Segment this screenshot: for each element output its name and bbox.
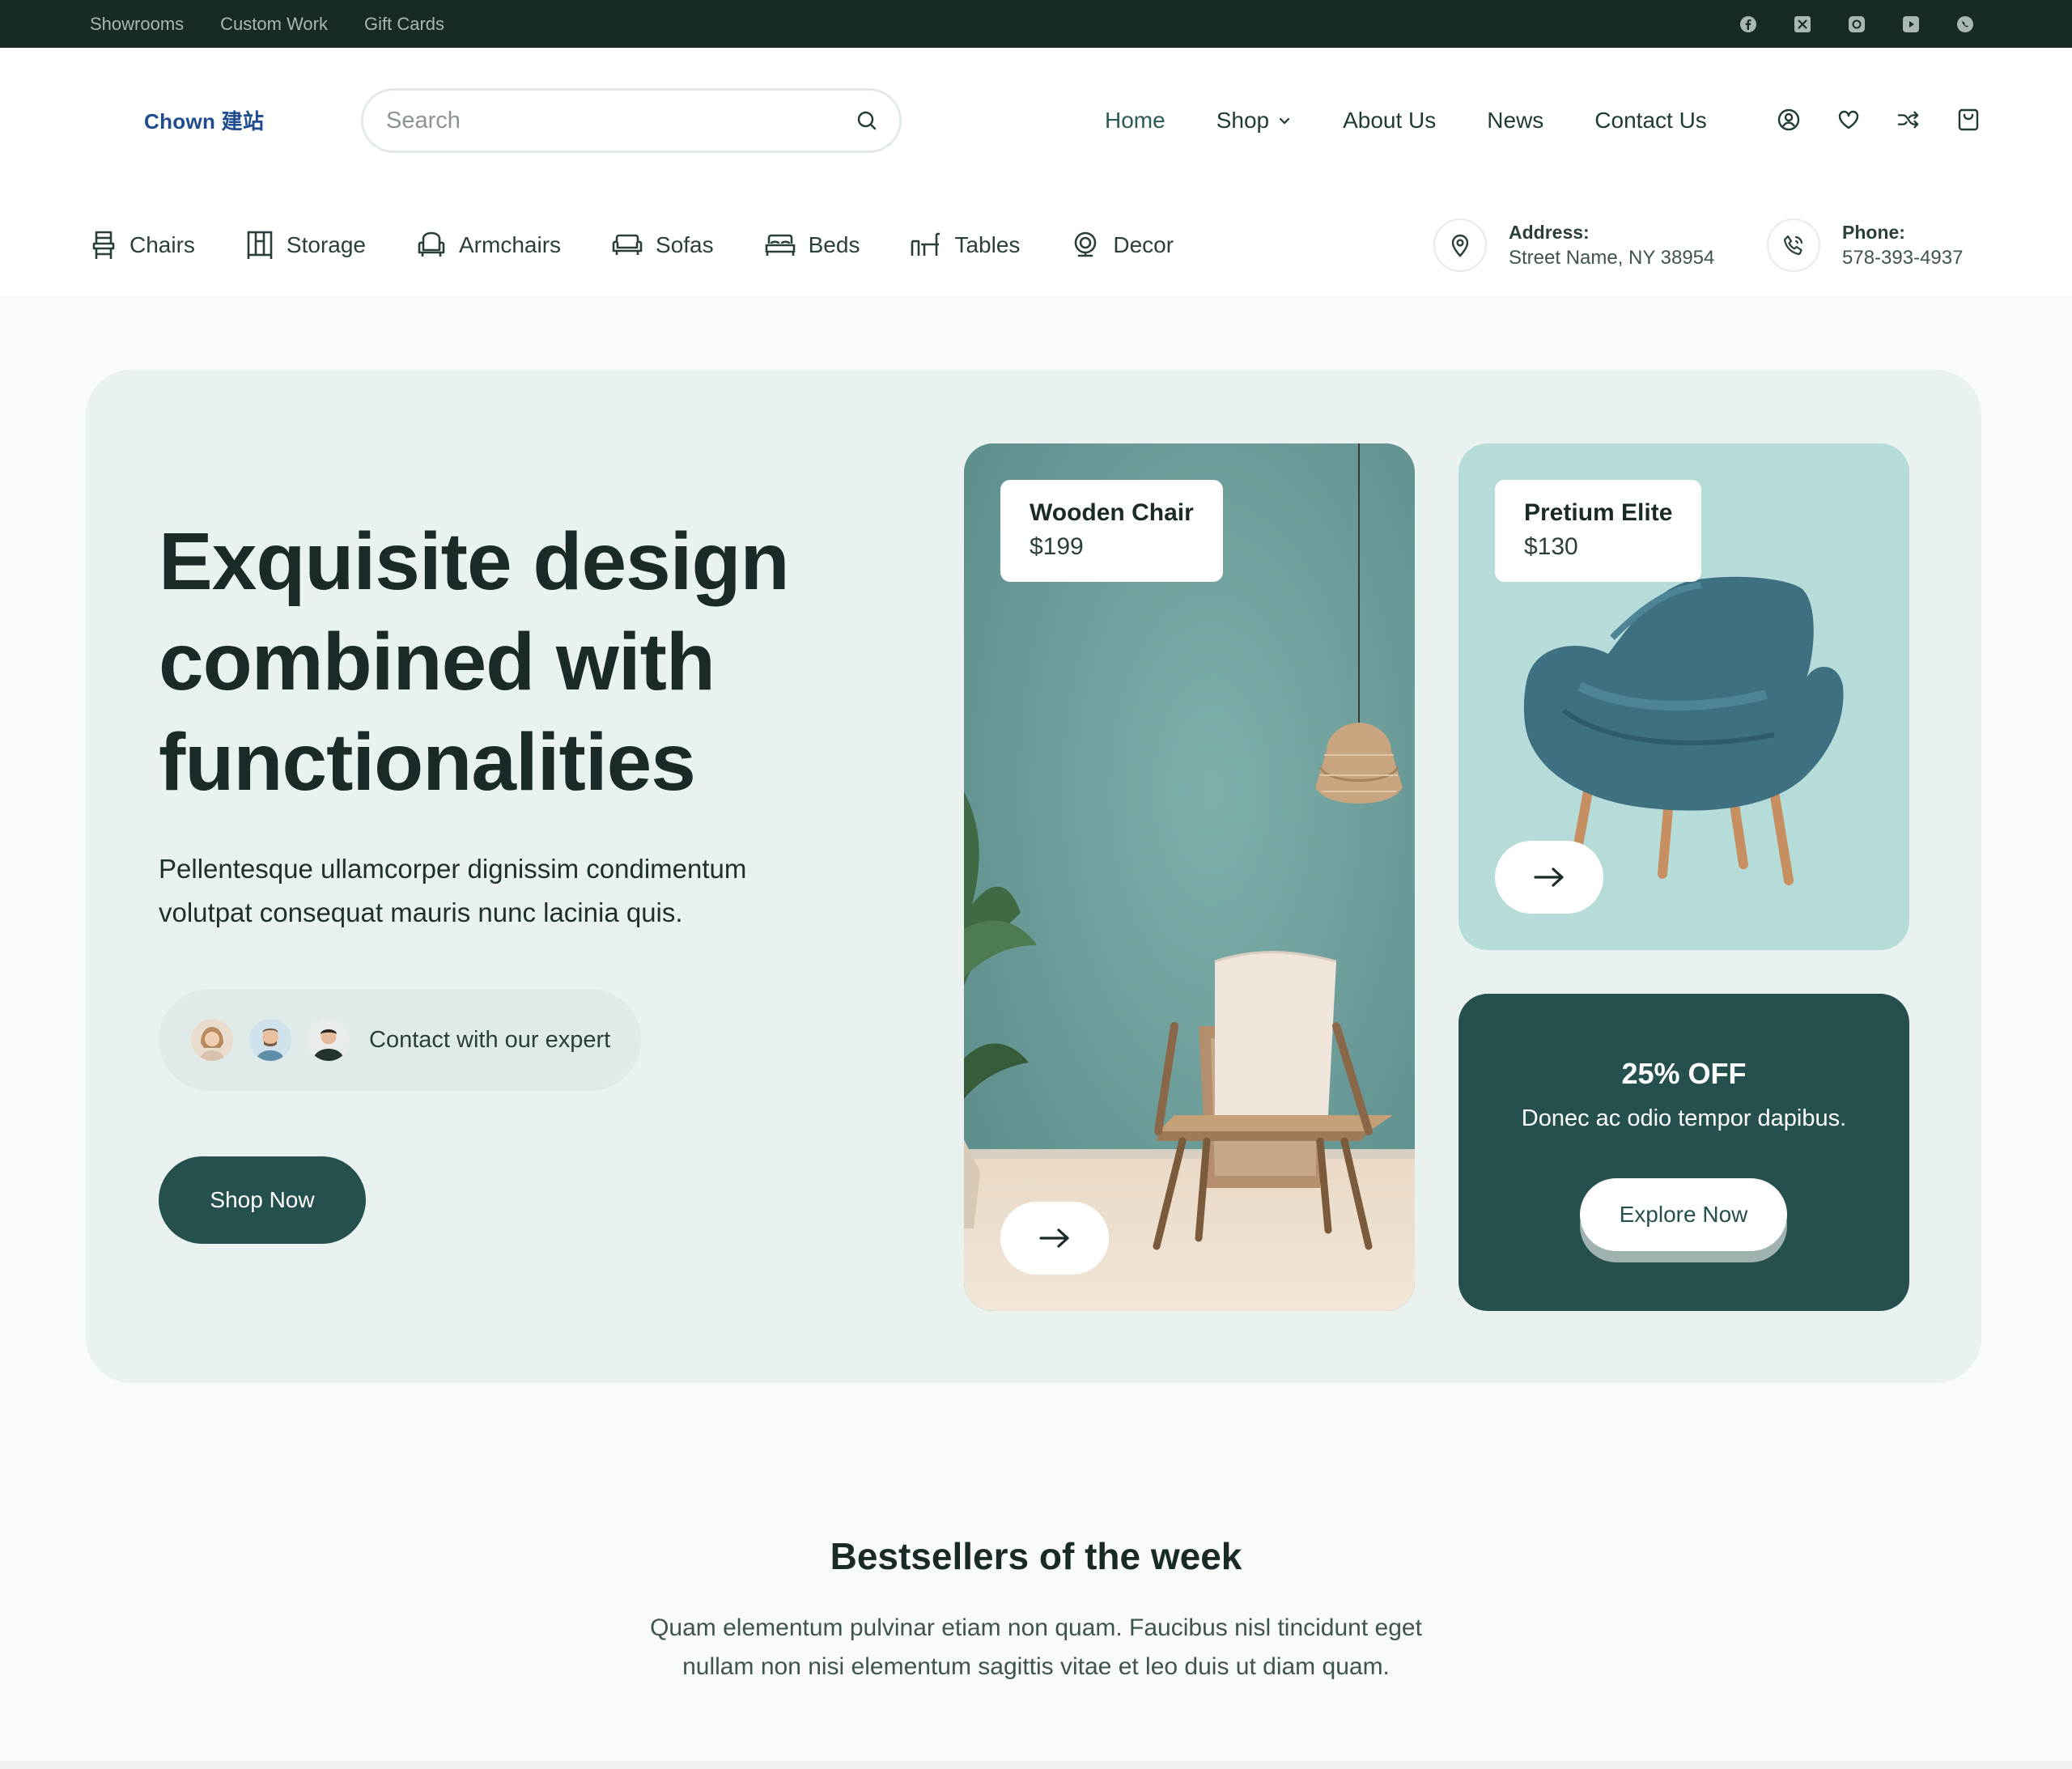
category-decor[interactable]: Decor <box>1070 230 1174 261</box>
category-beds[interactable]: Beds <box>764 232 860 258</box>
hero-heading: Exquisite design combined with functiona… <box>159 511 822 812</box>
category-chairs-label: Chairs <box>130 232 195 257</box>
hero-heading-line-1: Exquisite design <box>159 516 790 607</box>
divider <box>0 1761 2072 1769</box>
nav-about-label: About Us <box>1343 108 1437 133</box>
location-pin-icon <box>1433 218 1487 272</box>
product-tag: Pretium Elite $130 <box>1495 480 1702 582</box>
facebook-icon[interactable] <box>1739 15 1758 34</box>
product-card-pretium-elite[interactable]: Pretium Elite $130 <box>1458 443 1909 950</box>
bestsellers-text: Quam elementum pulvinar etiam non quam. … <box>615 1609 1457 1686</box>
hero-heading-line-2: combined with <box>159 617 715 707</box>
product-price: $199 <box>1030 533 1084 560</box>
bestsellers-text-line-1: Quam elementum pulvinar etiam non quam. … <box>650 1614 1422 1641</box>
account-icon[interactable] <box>1777 108 1800 132</box>
product-card-wooden-chair[interactable]: Wooden Chair $199 <box>964 443 1415 1311</box>
top-bar: Showrooms Custom Work Gift Cards <box>0 0 2072 48</box>
phone-value[interactable]: 578-393-4937 <box>1842 245 1963 271</box>
header-actions <box>1777 108 1980 132</box>
bestsellers-title: Bestsellers of the week <box>830 1535 1242 1577</box>
category-armchairs-label: Armchairs <box>459 232 562 257</box>
category-tables[interactable]: Tables <box>910 231 1020 259</box>
chevron-down-icon <box>1280 117 1290 125</box>
category-tables-label: Tables <box>954 232 1021 257</box>
arrow-right-button[interactable] <box>1495 841 1603 914</box>
nav-shop-label: Shop <box>1216 108 1270 133</box>
nav-about-us[interactable]: About Us <box>1343 108 1436 134</box>
hero-section: Exquisite design combined with functiona… <box>86 370 1981 1383</box>
storage-icon <box>247 231 273 259</box>
compare-shuffle-icon[interactable] <box>1897 108 1920 132</box>
address-label: Address: <box>1509 222 1590 243</box>
search-bar[interactable]: Search <box>361 88 902 153</box>
armchair-icon <box>418 231 445 257</box>
whatsapp-icon[interactable] <box>1955 15 1975 34</box>
top-link-gift-cards[interactable]: Gift Cards <box>364 14 444 35</box>
nav-home[interactable]: Home <box>1105 108 1166 134</box>
search-input[interactable]: Search <box>386 108 461 134</box>
nav-contact-label: Contact Us <box>1594 108 1707 133</box>
shop-now-button[interactable]: Shop Now <box>159 1156 366 1244</box>
promo-title: 25% OFF <box>1621 1057 1747 1090</box>
social-links <box>1739 15 1982 34</box>
avatar <box>308 1019 350 1061</box>
promo-text: Donec ac odio tempor dapibus. <box>1521 1105 1847 1131</box>
hero-lead: Pellentesque ullamcorper dignissim condi… <box>159 847 774 935</box>
hero-lead-line-1: Pellentesque ullamcorper dignissim condi… <box>159 854 747 884</box>
table-icon <box>911 232 940 256</box>
product-tag: Wooden Chair $199 <box>1000 480 1223 582</box>
search-icon[interactable] <box>856 109 878 132</box>
sofa-icon <box>612 234 643 255</box>
phone-block: Phone: 578-393-4937 <box>1767 218 1963 272</box>
category-sofas-label: Sofas <box>656 232 714 257</box>
cart-bag-icon[interactable] <box>1957 108 1980 132</box>
category-nav: Chairs Storage Armchairs Sofas Beds Tabl… <box>90 229 1174 261</box>
contact-expert-pill[interactable]: Contact with our expert <box>159 989 641 1091</box>
product-name[interactable]: Wooden Chair <box>1030 497 1194 529</box>
category-storage-label: Storage <box>286 232 366 257</box>
wishlist-heart-icon[interactable] <box>1837 108 1860 132</box>
top-links: Showrooms Custom Work Gift Cards <box>90 14 444 35</box>
arrow-right-icon <box>1534 868 1564 887</box>
address-value: Street Name, NY 38954 <box>1509 247 1715 269</box>
product-name[interactable]: Pretium Elite <box>1524 497 1672 529</box>
contact-expert-text: Contact with our expert <box>369 1026 611 1053</box>
top-link-showrooms[interactable]: Showrooms <box>90 14 184 35</box>
category-storage[interactable]: Storage <box>245 230 366 261</box>
instagram-icon[interactable] <box>1847 15 1866 34</box>
site-header: Chown 建站 Search Home Shop About Us News … <box>0 48 2072 295</box>
explore-now-button[interactable]: Explore Now <box>1580 1178 1787 1251</box>
promo-card: 25% OFF Donec ac odio tempor dapibus. Ex… <box>1458 994 1909 1311</box>
nav-news[interactable]: News <box>1487 108 1543 134</box>
category-armchairs[interactable]: Armchairs <box>416 231 561 260</box>
bestsellers-text-line-2: nullam non nisi elementum sagittis vitae… <box>682 1653 1390 1680</box>
phone-icon <box>1767 218 1820 272</box>
hero-heading-line-3: functionalities <box>159 717 696 808</box>
site-logo[interactable]: Chown 建站 <box>144 105 264 135</box>
nav-home-label: Home <box>1105 108 1166 133</box>
top-link-custom-work[interactable]: Custom Work <box>220 14 328 35</box>
nav-news-label: News <box>1487 108 1544 133</box>
hero-lead-line-2: volutpat consequat mauris nunc lacinia q… <box>159 897 683 927</box>
bed-icon <box>765 234 795 256</box>
avatar <box>249 1019 291 1061</box>
product-price: $130 <box>1524 533 1578 560</box>
youtube-icon[interactable] <box>1901 15 1921 34</box>
nav-contact-us[interactable]: Contact Us <box>1594 108 1707 134</box>
category-decor-label: Decor <box>1113 232 1174 257</box>
arrow-right-button[interactable] <box>1000 1202 1109 1275</box>
nav-shop[interactable]: Shop <box>1216 108 1292 134</box>
category-beds-label: Beds <box>808 232 860 257</box>
category-chairs[interactable]: Chairs <box>90 229 195 261</box>
decor-icon <box>1075 231 1097 257</box>
avatar <box>191 1019 233 1061</box>
address-block: Address: Street Name, NY 38954 <box>1433 218 1714 272</box>
x-twitter-icon[interactable] <box>1793 15 1812 34</box>
phone-label: Phone: <box>1842 222 1905 243</box>
chair-icon <box>92 231 115 259</box>
category-sofas[interactable]: Sofas <box>611 232 714 258</box>
arrow-right-icon <box>1039 1228 1069 1248</box>
main-nav: Home Shop About Us News Contact Us <box>1105 108 1707 134</box>
